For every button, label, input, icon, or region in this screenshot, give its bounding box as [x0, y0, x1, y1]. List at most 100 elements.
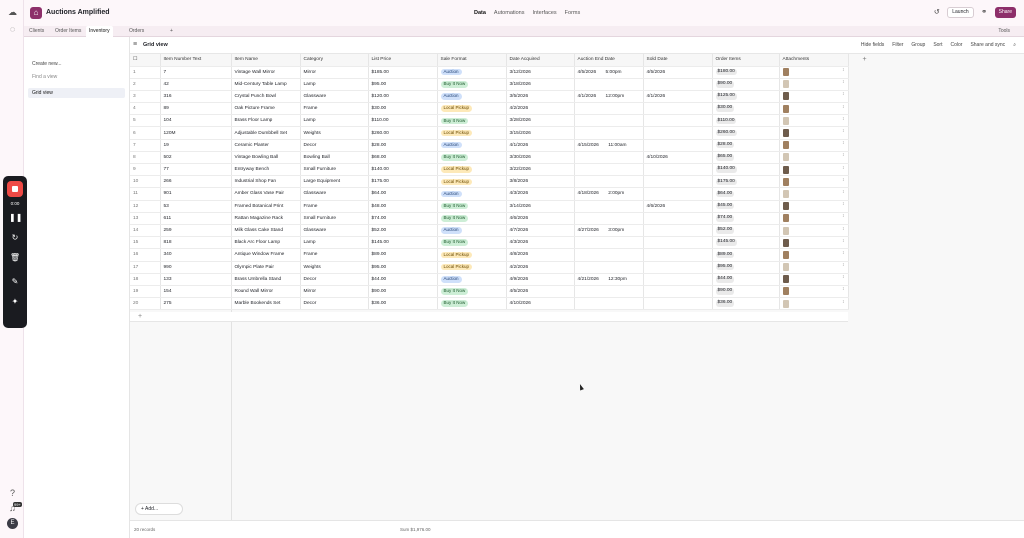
cell-order-items[interactable]: $90.00	[712, 78, 780, 91]
cell-date-acquired[interactable]: 4/5/2026	[506, 285, 575, 299]
cell-sold-date[interactable]	[643, 175, 713, 189]
cell-sold-date[interactable]	[643, 248, 713, 262]
tab-orders[interactable]: Orders	[126, 26, 147, 37]
cell-sale-format[interactable]: Auction	[437, 66, 507, 79]
cell-category[interactable]: Lamp	[300, 236, 369, 250]
sidebar-item-grid-view[interactable]: Grid view	[28, 88, 125, 98]
cell-auction-end[interactable]	[574, 297, 644, 311]
cell-attachments[interactable]: ↕	[779, 212, 849, 225]
cell-sale-format[interactable]: Auction	[437, 90, 507, 104]
column-header[interactable]: Auction End Date	[574, 54, 644, 67]
expand-record-icon[interactable]: ↕	[842, 166, 844, 171]
cell-date-acquired[interactable]: 4/10/2026	[506, 297, 575, 311]
cell-sold-date[interactable]	[643, 224, 713, 238]
cell-list-price[interactable]: $140.00	[368, 163, 438, 177]
expand-record-icon[interactable]: ↕	[842, 275, 844, 280]
cell-sold-date[interactable]	[643, 187, 713, 201]
restart-icon[interactable]: ↻	[9, 232, 21, 244]
cell-sold-date[interactable]	[643, 261, 713, 274]
cell-list-price[interactable]: $260.00	[368, 126, 438, 140]
cell-order-items[interactable]: $140.00	[712, 163, 780, 177]
select-all-checkbox[interactable]: ☐	[130, 54, 161, 67]
base-name[interactable]: Auctions Amplified	[46, 9, 110, 16]
table-row[interactable]: 14 259 Milk Glass Cake Stand Glassware $52.0…	[130, 224, 849, 238]
avatar[interactable]: E	[7, 518, 18, 529]
share-button[interactable]: Share	[994, 7, 1016, 18]
cell-item-name[interactable]: Adjustable Dumbbell Set	[231, 126, 301, 140]
attachment-thumbnail[interactable]	[782, 263, 789, 272]
find-view-input[interactable]: Find a view	[28, 72, 125, 82]
cell-auction-end[interactable]	[574, 102, 644, 116]
attachment-thumbnail[interactable]	[782, 299, 789, 308]
attachment-thumbnail[interactable]	[782, 226, 789, 235]
expand-record-icon[interactable]: ↕	[842, 117, 844, 122]
cell-list-price[interactable]: $74.00	[368, 212, 438, 225]
cell-order-items[interactable]: $65.00	[712, 151, 780, 165]
cell-item-name[interactable]: Framed Botanical Print	[231, 200, 301, 213]
cell-list-price[interactable]: $120.00	[368, 90, 438, 104]
cell-list-price[interactable]: $64.00	[368, 187, 438, 201]
cell-item-name[interactable]: Antique Window Frame	[231, 248, 301, 262]
hide-fields-button[interactable]: Hide fields	[861, 42, 884, 48]
cell-item-number[interactable]: 275	[160, 297, 232, 311]
column-header[interactable]: Category	[300, 54, 369, 67]
column-header[interactable]: Date Acquired	[506, 54, 575, 67]
cell-list-price[interactable]: $110.00	[368, 114, 438, 128]
cell-item-number[interactable]: 53	[160, 200, 232, 213]
cell-auction-end[interactable]: 4/27/2026 3:00pm	[574, 224, 644, 238]
cell-item-number[interactable]: 7	[160, 66, 232, 79]
history-icon[interactable]: ↺	[931, 7, 942, 18]
cell-auction-end[interactable]	[574, 285, 644, 299]
cell-attachments[interactable]: ↕	[779, 285, 849, 299]
share-sync-button[interactable]: Share and sync	[970, 42, 1005, 48]
cell-item-name[interactable]: Vintage Wall Mirror	[231, 66, 301, 79]
launch-button[interactable]: Launch	[947, 7, 974, 18]
cell-item-name[interactable]: Industrial Shop Fan	[231, 175, 301, 189]
cell-date-acquired[interactable]: 3/5/2026	[506, 90, 575, 104]
cell-item-name[interactable]: Marble Bookends Set	[231, 297, 301, 311]
cell-date-acquired[interactable]: 4/1/2026	[506, 139, 575, 152]
cell-category[interactable]: Mirror	[300, 66, 369, 79]
menu-icon[interactable]: ≡	[133, 41, 137, 48]
attachment-thumbnail[interactable]	[782, 153, 789, 162]
cell-sale-format[interactable]: Buy It Now	[437, 78, 507, 91]
cell-list-price[interactable]: $30.00	[368, 102, 438, 116]
color-button[interactable]: Color	[950, 42, 962, 48]
cell-auction-end[interactable]	[574, 126, 644, 140]
cell-sold-date[interactable]	[643, 139, 713, 152]
cell-category[interactable]: Mirror	[300, 285, 369, 299]
trash-icon[interactable]: 🗑	[9, 252, 21, 264]
attachment-thumbnail[interactable]	[782, 287, 789, 296]
cell-auction-end[interactable]	[574, 78, 644, 91]
cell-category[interactable]: Frame	[300, 102, 369, 116]
cell-order-items[interactable]: $30.00	[712, 102, 780, 116]
cell-category[interactable]: Frame	[300, 200, 369, 213]
cell-attachments[interactable]: ↕	[779, 90, 849, 104]
attachment-thumbnail[interactable]	[782, 141, 789, 150]
cell-order-items[interactable]: $175.00	[712, 175, 780, 189]
cell-item-number[interactable]: 340	[160, 248, 232, 262]
tab-clients[interactable]: Clients	[26, 26, 47, 37]
cell-list-price[interactable]: $89.00	[368, 248, 438, 262]
expand-record-icon[interactable]: ↕	[842, 214, 844, 219]
cell-sale-format[interactable]: Buy It Now	[437, 212, 507, 225]
cell-item-number[interactable]: 316	[160, 90, 232, 104]
table-row[interactable]: 19 154 Round Wall Mirror Mirror $90.00 Buy It…	[130, 285, 849, 299]
cell-category[interactable]: Decor	[300, 139, 369, 152]
expand-record-icon[interactable]: ↕	[842, 141, 844, 146]
cell-list-price[interactable]: $68.00	[368, 151, 438, 165]
cell-attachments[interactable]: ↕	[779, 163, 849, 177]
cell-category[interactable]: Small Furniture	[300, 212, 369, 225]
cell-category[interactable]: Decor	[300, 297, 369, 311]
table-row[interactable]: 7 19 Ceramic Planter Decor $28.00 Auction 4/1/…	[130, 139, 849, 152]
cell-item-name[interactable]: Round Wall Mirror	[231, 285, 301, 299]
cell-item-name[interactable]: Entryway Bench	[231, 163, 301, 177]
cell-order-items[interactable]: $145.00	[712, 236, 780, 250]
cell-item-number[interactable]: 901	[160, 187, 232, 201]
expand-record-icon[interactable]: ↕	[842, 251, 844, 256]
cell-order-items[interactable]: $180.00	[712, 66, 780, 79]
cell-auction-end[interactable]: 4/15/2026 11:00am	[574, 139, 644, 152]
link-icon[interactable]: ⚭	[979, 7, 990, 18]
cell-list-price[interactable]: $52.00	[368, 224, 438, 238]
cell-sold-date[interactable]	[643, 126, 713, 140]
